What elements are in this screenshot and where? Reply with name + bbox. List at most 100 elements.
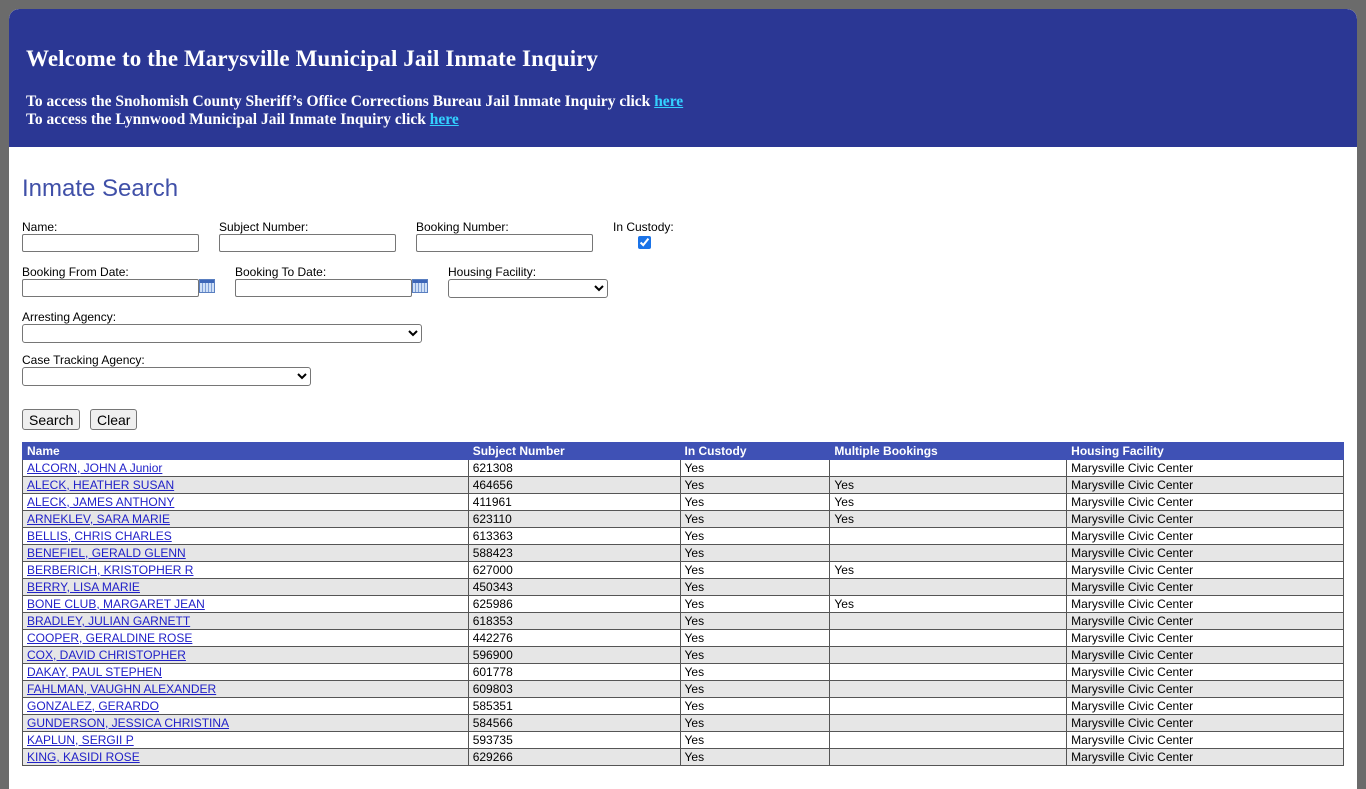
housing-facility-label: Housing Facility: bbox=[448, 265, 537, 279]
inmate-name-link[interactable]: COX, DAVID CHRISTOPHER bbox=[27, 648, 186, 662]
cell-in-custody: Yes bbox=[679, 510, 831, 528]
inmate-search-title: Inmate Search bbox=[22, 175, 179, 202]
cell-subject-number: 450343 bbox=[467, 578, 681, 596]
cell-in-custody: Yes bbox=[679, 493, 831, 511]
cell-housing-facility: Marysville Civic Center bbox=[1066, 493, 1344, 511]
cell-multiple-bookings: Yes bbox=[829, 510, 1068, 528]
clear-button[interactable]: Clear bbox=[90, 409, 138, 430]
cell-multiple-bookings bbox=[829, 612, 1068, 630]
inmate-name-link[interactable]: COOPER, GERALDINE ROSE bbox=[27, 631, 192, 645]
inmate-name-link[interactable]: FAHLMAN, VAUGHN ALEXANDER bbox=[27, 682, 216, 696]
booking-number-input[interactable] bbox=[416, 234, 593, 252]
cell-subject-number: 596900 bbox=[467, 646, 681, 664]
case-tracking-agency-select[interactable] bbox=[22, 367, 311, 386]
cell-name: ALECK, HEATHER SUSAN bbox=[22, 476, 469, 494]
col-header-multiple-bookings[interactable]: Multiple Bookings bbox=[829, 442, 1068, 460]
lynnwood-inquiry-line: To access the Lynnwood Municipal Jail In… bbox=[26, 111, 459, 129]
booking-to-date-input[interactable] bbox=[235, 279, 412, 297]
lynnwood-inquiry-link[interactable]: here bbox=[430, 111, 459, 128]
inmate-name-link[interactable]: ARNEKLEV, SARA MARIE bbox=[27, 512, 170, 526]
cell-multiple-bookings bbox=[829, 731, 1068, 749]
inmate-name-link[interactable]: BERRY, LISA MARIE bbox=[27, 580, 140, 594]
inmate-name-link[interactable]: BENEFIEL, GERALD GLENN bbox=[27, 546, 186, 560]
results-table: Name Subject Number In Custody Multiple … bbox=[22, 442, 1344, 766]
to-date-calendar-icon[interactable] bbox=[412, 279, 428, 293]
cell-housing-facility: Marysville Civic Center bbox=[1066, 612, 1344, 630]
cell-in-custody: Yes bbox=[679, 697, 831, 715]
cell-subject-number: 627000 bbox=[467, 561, 681, 579]
cell-subject-number: 625986 bbox=[467, 595, 681, 613]
cell-in-custody: Yes bbox=[679, 578, 831, 596]
booking-from-date-label: Booking From Date: bbox=[22, 265, 129, 279]
cell-in-custody: Yes bbox=[679, 714, 831, 732]
table-row: COOPER, GERALDINE ROSE 442276 Yes Marysvill… bbox=[22, 629, 1344, 647]
booking-to-date-label: Booking To Date: bbox=[235, 265, 327, 279]
cell-name: BENEFIEL, GERALD GLENN bbox=[22, 544, 469, 562]
cell-in-custody: Yes bbox=[679, 748, 831, 766]
cell-multiple-bookings bbox=[829, 646, 1068, 664]
inmate-name-link[interactable]: ALECK, HEATHER SUSAN bbox=[27, 478, 174, 492]
cell-subject-number: 629266 bbox=[467, 748, 681, 766]
cell-multiple-bookings bbox=[829, 714, 1068, 732]
table-row: BENEFIEL, GERALD GLENN 588423 Yes Marysvill… bbox=[22, 544, 1344, 562]
sheriff-inquiry-link[interactable]: here bbox=[654, 93, 683, 110]
cell-subject-number: 411961 bbox=[467, 493, 681, 511]
inmate-name-link[interactable]: GUNDERSON, JESSICA CHRISTINA bbox=[27, 716, 229, 730]
cell-multiple-bookings bbox=[829, 544, 1068, 562]
cell-housing-facility: Marysville Civic Center bbox=[1066, 629, 1344, 647]
inmate-name-link[interactable]: GONZALEZ, GERARDO bbox=[27, 699, 159, 713]
cell-subject-number: 601778 bbox=[467, 663, 681, 681]
cell-name: GONZALEZ, GERARDO bbox=[22, 697, 469, 715]
col-header-housing-facility[interactable]: Housing Facility bbox=[1066, 442, 1344, 460]
booking-from-date-input[interactable] bbox=[22, 279, 199, 297]
cell-name: KAPLUN, SERGII P bbox=[22, 731, 469, 749]
inmate-name-link[interactable]: BONE CLUB, MARGARET JEAN bbox=[27, 597, 205, 611]
cell-name: BONE CLUB, MARGARET JEAN bbox=[22, 595, 469, 613]
arresting-agency-select[interactable] bbox=[22, 324, 422, 343]
table-row: KAPLUN, SERGII P 593735 Yes Marysville Civi… bbox=[22, 731, 1344, 749]
table-row: ALECK, HEATHER SUSAN 464656 Yes Yes Marysvil… bbox=[22, 476, 1344, 494]
cell-name: BRADLEY, JULIAN GARNETT bbox=[22, 612, 469, 630]
col-header-name[interactable]: Name bbox=[22, 442, 469, 460]
inmate-name-link[interactable]: KAPLUN, SERGII P bbox=[27, 733, 134, 747]
in-custody-label: In Custody: bbox=[613, 220, 674, 234]
subject-number-label: Subject Number: bbox=[219, 220, 309, 234]
cell-in-custody: Yes bbox=[679, 595, 831, 613]
cell-name: ALCORN, JOHN A Junior bbox=[22, 459, 469, 477]
inmate-name-link[interactable]: BERBERICH, KRISTOPHER R bbox=[27, 563, 193, 577]
cell-multiple-bookings: Yes bbox=[829, 493, 1068, 511]
cell-name: FAHLMAN, VAUGHN ALEXANDER bbox=[22, 680, 469, 698]
in-custody-checkbox[interactable] bbox=[638, 236, 651, 249]
inmate-name-link[interactable]: BRADLEY, JULIAN GARNETT bbox=[27, 614, 190, 628]
sheriff-inquiry-text: To access the Snohomish County Sheriff’s… bbox=[26, 93, 655, 110]
cell-subject-number: 584566 bbox=[467, 714, 681, 732]
col-header-in-custody[interactable]: In Custody bbox=[679, 442, 831, 460]
cell-multiple-bookings bbox=[829, 629, 1068, 647]
inmate-name-link[interactable]: DAKAY, PAUL STEPHEN bbox=[27, 665, 162, 679]
inmate-name-link[interactable]: KING, KASIDI ROSE bbox=[27, 750, 140, 764]
table-row: BERBERICH, KRISTOPHER R 627000 Yes Yes Marys… bbox=[22, 561, 1344, 579]
inmate-name-link[interactable]: ALECK, JAMES ANTHONY bbox=[27, 495, 174, 509]
table-row: BRADLEY, JULIAN GARNETT 618353 Yes Marysvil… bbox=[22, 612, 1344, 630]
cell-subject-number: 593735 bbox=[467, 731, 681, 749]
table-row: ALECK, JAMES ANTHONY 411961 Yes Yes Marysvil… bbox=[22, 493, 1344, 511]
cell-multiple-bookings bbox=[829, 748, 1068, 766]
cell-name: BELLIS, CHRIS CHARLES bbox=[22, 527, 469, 545]
from-date-calendar-icon[interactable] bbox=[199, 279, 215, 293]
inmate-name-link[interactable]: BELLIS, CHRIS CHARLES bbox=[27, 529, 172, 543]
cell-name: GUNDERSON, JESSICA CHRISTINA bbox=[22, 714, 469, 732]
housing-facility-select[interactable] bbox=[448, 279, 608, 298]
subject-number-input[interactable] bbox=[219, 234, 396, 252]
table-row: BELLIS, CHRIS CHARLES 613363 Yes Marysville… bbox=[22, 527, 1344, 545]
cell-housing-facility: Marysville Civic Center bbox=[1066, 510, 1344, 528]
cell-in-custody: Yes bbox=[679, 629, 831, 647]
col-header-subject-number[interactable]: Subject Number bbox=[467, 442, 681, 460]
arresting-agency-label: Arresting Agency: bbox=[22, 310, 117, 324]
name-input[interactable] bbox=[22, 234, 199, 252]
table-row: COX, DAVID CHRISTOPHER 596900 Yes Marysvill… bbox=[22, 646, 1344, 664]
table-header-row: Name Subject Number In Custody Multiple … bbox=[22, 442, 1344, 460]
cell-housing-facility: Marysville Civic Center bbox=[1066, 731, 1344, 749]
search-button[interactable]: Search bbox=[22, 409, 81, 430]
cell-in-custody: Yes bbox=[679, 612, 831, 630]
inmate-name-link[interactable]: ALCORN, JOHN A Junior bbox=[27, 461, 162, 475]
